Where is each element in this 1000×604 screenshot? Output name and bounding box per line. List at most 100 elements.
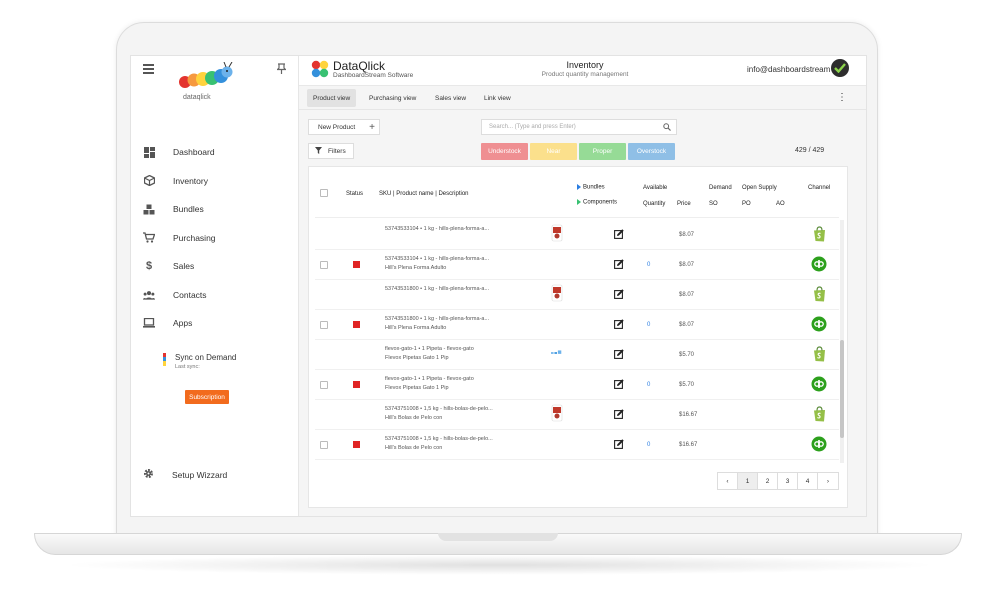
table-row[interactable]: 53743751008 • 1,5 kg - hills-bolas-de-pe… (315, 430, 839, 460)
prev-page-button[interactable]: ‹ (718, 473, 738, 489)
row-checkbox[interactable] (320, 321, 328, 329)
header-components[interactable]: Components (577, 199, 617, 206)
product-sku[interactable]: flevox-gato-1 • 1 Pipeta - flevox-gato (385, 376, 474, 382)
search-placeholder: Search... (Type and press Enter) (489, 124, 576, 130)
product-sku[interactable]: flevox-gato-1 • 1 Pipeta - flevox-gato (385, 346, 474, 352)
setup-wizard-link[interactable]: Setup Wizzard (143, 468, 227, 481)
pagination: ‹ 1 2 3 4 › (717, 472, 839, 490)
filters-label: Filters (328, 147, 346, 155)
quickbooks-icon[interactable] (811, 436, 827, 452)
main-content: New Product + Search... (Type and press … (299, 110, 866, 516)
edit-icon[interactable] (614, 319, 624, 329)
table-scrollbar[interactable] (840, 220, 844, 463)
quantity-value[interactable]: 0 (647, 322, 650, 328)
header-available: Available (643, 185, 668, 191)
avatar[interactable] (831, 59, 849, 77)
header-so[interactable]: SO (709, 201, 718, 207)
page-4-button[interactable]: 4 (798, 473, 818, 489)
product-pipette-image-icon (551, 350, 562, 354)
dataqlick-brand-icon (311, 60, 329, 78)
search-icon[interactable] (663, 123, 671, 133)
tab-link-view[interactable]: Link view (478, 89, 517, 107)
tab-product-view[interactable]: Product view (307, 89, 357, 107)
brand-subtitle: DashboardStream Software (333, 72, 414, 79)
quantity-value[interactable]: 0 (647, 262, 650, 268)
quantity-value[interactable]: 0 (647, 382, 650, 388)
product-sku[interactable]: 53743531800 • 1 kg - hills-plena-forma-a… (385, 286, 489, 292)
product-sku[interactable]: 53743751008 • 1,5 kg - hills-bolas-de-pe… (385, 436, 493, 442)
pin-icon[interactable] (276, 63, 287, 77)
quickbooks-icon[interactable] (811, 316, 827, 332)
shopify-icon[interactable] (811, 286, 827, 302)
sidebar-item-contacts[interactable]: Contacts (131, 281, 299, 310)
product-name: Flevox Pipetas Gato 1 Pip (385, 355, 449, 361)
bundles-icon (143, 203, 155, 215)
edit-icon[interactable] (614, 409, 624, 419)
edit-icon[interactable] (614, 289, 624, 299)
sidebar-item-inventory[interactable]: Inventory (131, 167, 299, 196)
product-sku[interactable]: 53743533104 • 1 kg - hills-plena-forma-a… (385, 226, 489, 232)
shopify-icon[interactable] (811, 226, 827, 242)
edit-icon[interactable] (614, 379, 624, 389)
shopify-icon[interactable] (811, 346, 827, 362)
product-sku[interactable]: 53743531800 • 1 kg - hills-plena-forma-a… (385, 316, 489, 322)
sidebar: dataqlick Dashboard Inventory Bundles Pu… (131, 56, 299, 516)
page-3-button[interactable]: 3 (778, 473, 798, 489)
quantity-value[interactable]: 0 (647, 442, 650, 448)
tab-sales-view[interactable]: Sales view (429, 89, 472, 107)
row-checkbox[interactable] (320, 381, 328, 389)
top-header: DataQlick DashboardStream Software Inven… (299, 56, 866, 86)
table-row[interactable]: flevox-gato-1 • 1 Pipeta - flevox-gato Fl… (315, 370, 839, 400)
new-product-button[interactable]: New Product + (308, 119, 380, 135)
sidebar-item-label: Dashboard (173, 147, 215, 158)
price-value: $16.67 (679, 412, 698, 418)
header-channel: Channel (808, 185, 831, 191)
table-row[interactable]: 53743533104 • 1 kg - hills-plena-forma-a… (315, 250, 839, 280)
header-quantity[interactable]: Quantity (643, 201, 665, 207)
header-sku[interactable]: SKU | Product name | Description (379, 191, 469, 197)
last-sync-label: Last sync: (175, 364, 200, 370)
more-options-icon[interactable]: ⋮ (837, 92, 847, 103)
tab-purchasing-view[interactable]: Purchasing view (363, 89, 422, 107)
understock-filter-button[interactable]: Understock (481, 143, 528, 160)
quickbooks-icon[interactable] (811, 376, 827, 392)
overstock-filter-button[interactable]: Overstock (628, 143, 675, 160)
sidebar-item-dashboard[interactable]: Dashboard (131, 138, 299, 167)
proper-filter-button[interactable]: Proper (579, 143, 626, 160)
edit-icon[interactable] (614, 439, 624, 449)
subscription-button[interactable]: Subscription (185, 390, 229, 404)
sidebar-item-sales[interactable]: $ Sales (131, 252, 299, 281)
sidebar-item-purchasing[interactable]: Purchasing (131, 224, 299, 253)
shopify-icon[interactable] (811, 406, 827, 422)
user-email[interactable]: info@dashboardstream (747, 65, 830, 74)
table-row[interactable]: 53743533104 • 1 kg - hills-plena-forma-a… (315, 220, 839, 250)
scrollbar-thumb[interactable] (840, 340, 844, 438)
header-status[interactable]: Status (346, 191, 363, 197)
table-row[interactable]: flevox-gato-1 • 1 Pipeta - flevox-gato Fl… (315, 340, 839, 370)
page-1-button[interactable]: 1 (738, 473, 758, 489)
sidebar-item-apps[interactable]: Apps (131, 309, 299, 338)
header-bundles[interactable]: Bundles (577, 184, 605, 191)
header-price[interactable]: Price (677, 201, 691, 207)
edit-icon[interactable] (614, 259, 624, 269)
edit-icon[interactable] (614, 349, 624, 359)
quickbooks-icon[interactable] (811, 256, 827, 272)
product-sku[interactable]: 53743533104 • 1 kg - hills-plena-forma-a… (385, 256, 489, 262)
row-checkbox[interactable] (320, 441, 328, 449)
edit-icon[interactable] (614, 229, 624, 239)
table-row[interactable]: 53743531800 • 1 kg - hills-plena-forma-a… (315, 280, 839, 310)
select-all-checkbox[interactable] (320, 189, 328, 197)
near-filter-button[interactable]: Near (530, 143, 577, 160)
header-po[interactable]: PO (742, 201, 751, 207)
filters-button[interactable]: Filters (308, 143, 354, 159)
table-row[interactable]: 53743531800 • 1 kg - hills-plena-forma-a… (315, 310, 839, 340)
table-row[interactable]: 53743751008 • 1,5 kg - hills-bolas-de-pe… (315, 400, 839, 430)
sidebar-item-bundles[interactable]: Bundles (131, 195, 299, 224)
header-ao[interactable]: AO (776, 201, 785, 207)
next-page-button[interactable]: › (818, 473, 838, 489)
hamburger-menu-icon[interactable] (143, 64, 154, 74)
row-checkbox[interactable] (320, 261, 328, 269)
search-input[interactable]: Search... (Type and press Enter) (481, 119, 677, 135)
product-sku[interactable]: 53743751008 • 1,5 kg - hills-bolas-de-pe… (385, 406, 493, 412)
page-2-button[interactable]: 2 (758, 473, 778, 489)
